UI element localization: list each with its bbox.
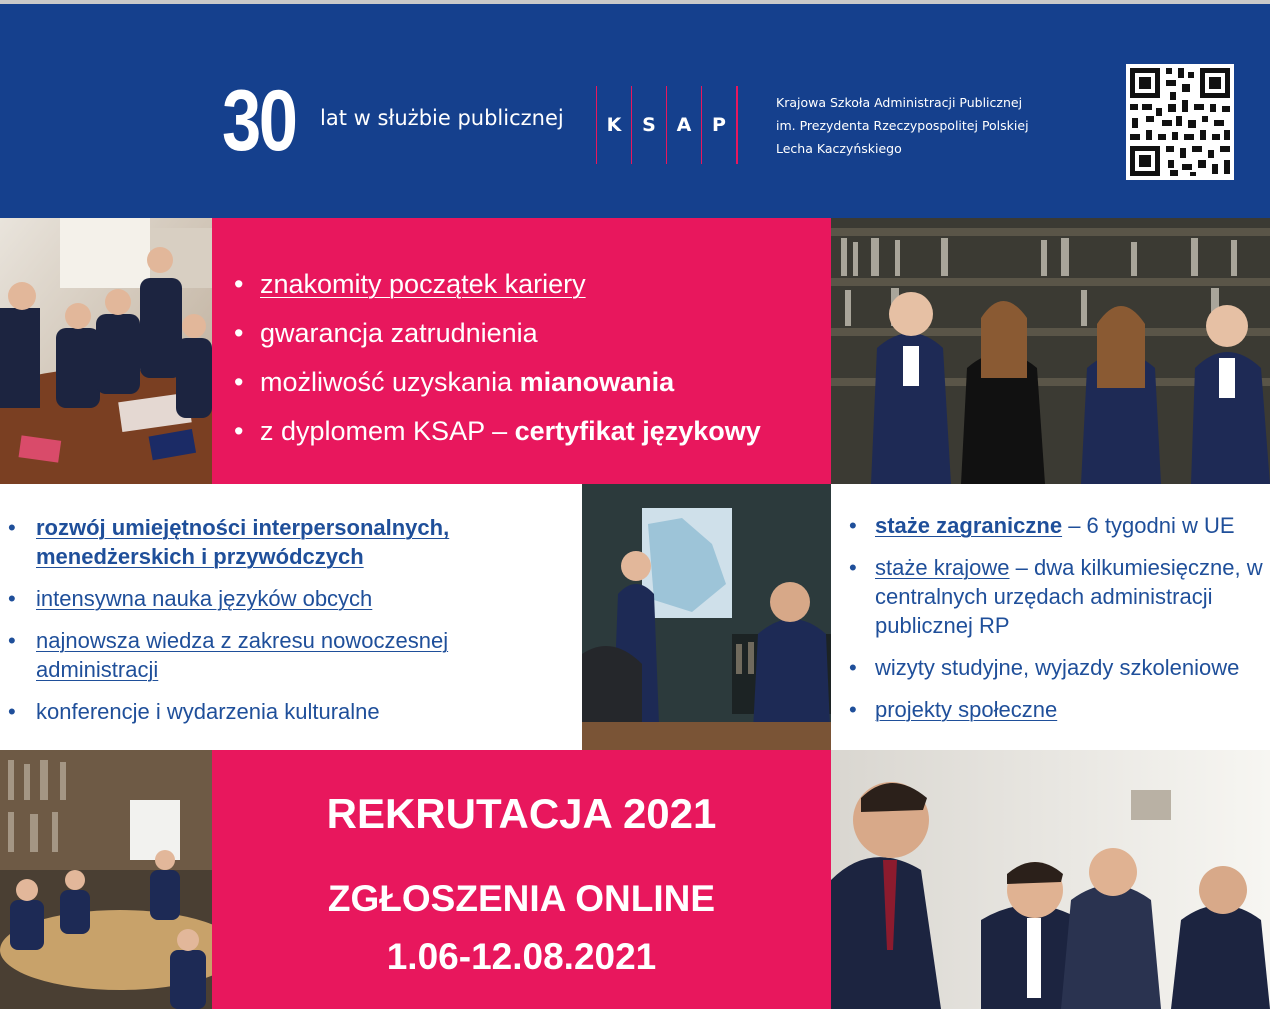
photo-presentation [582,484,831,750]
benefits-list: • znakomity początek kariery • gwarancja z… [234,260,761,456]
benefit-link-career[interactable]: znakomity początek kariery [260,269,586,299]
recruitment-title: REKRUTACJA 2021 [326,790,717,837]
benefit-item-appointment: • możliwość uzyskania mianowania [234,367,675,397]
studies-item-knowledge[interactable]: • najnowsza wiedza z zakresu nowoczesnej … [0,626,560,684]
anniversary-tagline: lat w służbie publicznej [320,106,564,130]
studies-section: • rozwój umiejętności interpersonalnych, … [0,484,582,750]
benefits-box: • znakomity początek kariery • gwarancja z… [212,218,831,484]
internship-link-domestic[interactable]: staże krajowe [875,555,1010,580]
internship-item-abroad[interactable]: • staże zagraniczne – 6 tygodni w UE [841,511,1270,540]
benefit-item-employment: • gwarancja zatrudnienia [234,318,538,348]
institution-line-2: im. Prezydenta Rzeczypospolitej Polskiej [776,118,1029,133]
recruitment-online-label: ZGŁOSZENIA ONLINE [327,878,716,919]
anniversary-number: 30 [222,73,298,169]
institution-name: Krajowa Szkoła Administracji Publicznej … [776,91,1029,160]
photo-lecture-room [0,750,212,1009]
recruitment-date-range: 1.06-12.08.2021 [386,936,657,977]
ksap-letter-a: A [666,86,701,164]
ksap-logo[interactable]: K S A P [596,86,738,164]
internships-section: • staże zagraniczne – 6 tygodni w UE • sta… [831,484,1270,750]
qr-code-icon[interactable] [1126,64,1234,180]
institution-line-1: Krajowa Szkoła Administracji Publicznej [776,95,1023,110]
qr-code-graphic [1126,64,1234,180]
studies-item-skills[interactable]: • rozwój umiejętności interpersonalnych, … [0,513,560,571]
internship-item-visits: • wizyty studyjne, wyjazdy szkoleniowe [849,655,1240,680]
photo-students-working [831,750,1270,1009]
internship-item-domestic[interactable]: • staże krajowe – dwa kilkumiesięczne, w … [841,553,1270,640]
institution-line-3: Lecha Kaczyńskiego [776,141,902,156]
studies-item-languages[interactable]: • intensywna nauka języków obcych [0,584,560,613]
studies-link-knowledge[interactable]: najnowsza wiedza z zakresu nowoczesnej a… [36,628,448,682]
internship-item-projects[interactable]: • projekty społeczne [841,695,1270,724]
ksap-letter-p: P [701,86,736,164]
internships-list: • staże zagraniczne – 6 tygodni w UE • sta… [841,511,1270,737]
ksap-letter-k: K [596,86,631,164]
ksap-divider [736,86,738,164]
studies-link-languages[interactable]: intensywna nauka języków obcych [36,586,372,611]
recruitment-dates[interactable]: ZGŁOSZENIA ONLINE 1.06-12.08.2021 [212,870,831,986]
internship-link-abroad[interactable]: staże zagraniczne [875,513,1062,538]
header-banner: 30 lat w służbie publicznej K S A P Kraj… [0,4,1270,218]
photo-students-meeting [0,218,212,484]
internship-link-projects[interactable]: projekty społeczne [875,697,1057,722]
ksap-letter-s: S [631,86,666,164]
benefit-item-career[interactable]: • znakomity początek kariery [234,260,761,309]
studies-link-skills[interactable]: rozwój umiejętności interpersonalnych, m… [36,515,449,569]
benefit-item-certificate: • z dyplomem KSAP – certyfikat językowy [234,416,761,446]
photo-students-library [831,218,1270,484]
studies-item-conferences: • konferencje i wydarzenia kulturalne [8,699,380,724]
recruitment-box: REKRUTACJA 2021 ZGŁOSZENIA ONLINE 1.06-1… [212,750,831,1009]
studies-list: • rozwój umiejętności interpersonalnych, … [0,513,560,739]
